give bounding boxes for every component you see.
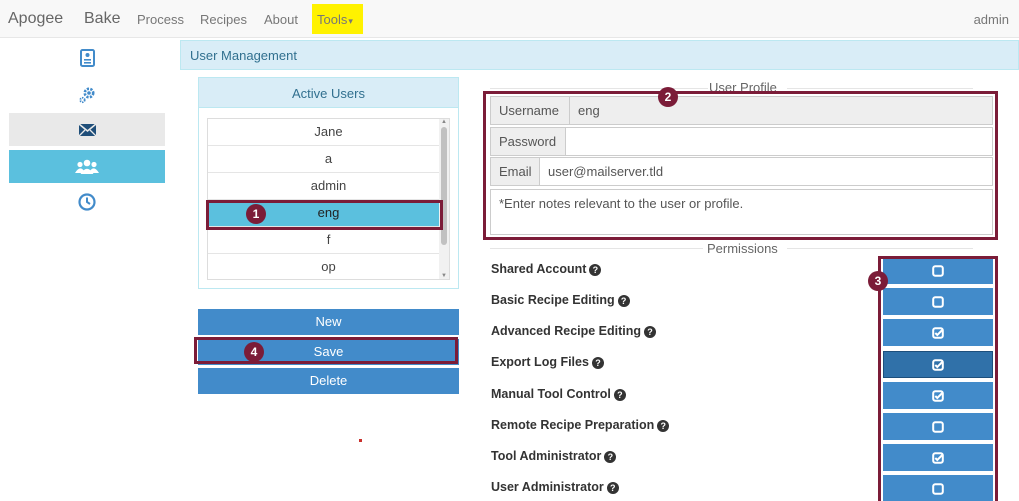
stray-mark <box>359 439 362 442</box>
annotation-badge-2: 2 <box>658 87 678 107</box>
question-circle-icon[interactable]: ? <box>657 420 670 432</box>
annotation-badge-4: 4 <box>244 342 264 362</box>
permission-label: Advanced Recipe Editing? <box>491 324 657 338</box>
permission-label-text: Basic Recipe Editing <box>491 293 615 307</box>
annotation-box-3 <box>878 256 998 501</box>
id-card-icon <box>79 48 95 67</box>
permission-label-text: Advanced Recipe Editing <box>491 324 642 338</box>
list-item[interactable]: admin <box>208 173 449 200</box>
annotation-box-4 <box>194 337 458 364</box>
permission-label: Basic Recipe Editing? <box>491 293 630 307</box>
question-circle-icon[interactable]: ? <box>589 264 602 276</box>
cogs-icon <box>79 87 95 103</box>
users-listbox[interactable]: Jane a admin eng f op ▲ ▼ <box>207 118 450 280</box>
permissions-legend: Permissions <box>707 241 778 256</box>
question-circle-icon[interactable]: ? <box>617 295 630 307</box>
users-icon <box>75 159 99 174</box>
sidebar-item-settings[interactable] <box>9 78 165 111</box>
divider <box>787 88 973 89</box>
nav-tools-dropdown[interactable]: Tools▾ <box>312 4 363 34</box>
permission-label: User Administrator? <box>491 480 619 494</box>
permission-label-text: Manual Tool Control <box>491 387 611 401</box>
annotation-badge-1: 1 <box>246 204 266 224</box>
brand-bake[interactable]: Bake <box>84 10 120 28</box>
panel-title: User Management <box>180 40 1019 70</box>
sidebar-item-messages[interactable] <box>9 113 165 146</box>
envelope-icon <box>77 122 97 136</box>
scroll-up-icon[interactable]: ▲ <box>441 119 447 125</box>
list-item[interactable]: f <box>208 227 449 254</box>
sidebar-item-users[interactable] <box>9 150 165 183</box>
permission-label: Manual Tool Control? <box>491 387 626 401</box>
list-item[interactable]: op <box>208 254 449 279</box>
question-circle-icon[interactable]: ? <box>604 451 617 463</box>
divider <box>787 248 973 249</box>
scroll-down-icon[interactable]: ▼ <box>441 273 447 279</box>
sidebar-item-profile[interactable] <box>9 41 165 74</box>
nav-about-link[interactable]: About <box>264 12 298 27</box>
question-circle-icon[interactable]: ? <box>591 357 604 369</box>
permission-label-text: User Administrator <box>491 480 604 494</box>
permission-label: Remote Recipe Preparation? <box>491 418 670 432</box>
nav-recipes-link[interactable]: Recipes <box>200 12 247 27</box>
permission-label-text: Remote Recipe Preparation <box>491 418 655 432</box>
divider <box>490 88 708 89</box>
question-circle-icon[interactable]: ? <box>613 389 626 401</box>
active-users-panel: Active Users Jane a admin eng f op ▲ ▼ <box>198 77 459 289</box>
sidebar-item-history[interactable] <box>9 185 165 218</box>
permission-label-text: Tool Administrator <box>491 449 602 463</box>
active-users-title: Active Users <box>199 78 458 108</box>
divider <box>490 248 703 249</box>
top-navbar: Apogee Bake Process Recipes About Tools▾… <box>0 0 1019 38</box>
nav-process-link[interactable]: Process <box>137 12 184 27</box>
list-item[interactable]: a <box>208 146 449 173</box>
new-user-button[interactable]: New <box>198 309 459 335</box>
users-scrollbar[interactable]: ▲ ▼ <box>439 119 449 279</box>
clock-icon <box>78 192 96 211</box>
brand-apogee[interactable]: Apogee <box>8 10 63 28</box>
permission-label: Export Log Files? <box>491 355 604 369</box>
permission-label: Tool Administrator? <box>491 449 617 463</box>
list-item[interactable]: Jane <box>208 119 449 146</box>
question-circle-icon[interactable]: ? <box>644 326 657 338</box>
permission-label-text: Export Log Files <box>491 355 589 369</box>
question-circle-icon[interactable]: ? <box>606 482 619 494</box>
delete-user-button[interactable]: Delete <box>198 368 459 394</box>
permission-label-text: Shared Account <box>491 262 587 276</box>
nav-tools-label: Tools <box>317 12 348 27</box>
nav-user-admin[interactable]: admin <box>974 12 1009 27</box>
chevron-down-icon: ▾ <box>348 16 353 26</box>
annotation-box-2 <box>483 91 998 240</box>
annotation-badge-3: 3 <box>868 271 888 291</box>
annotation-box-1 <box>206 200 443 230</box>
permission-label: Shared Account? <box>491 262 602 276</box>
